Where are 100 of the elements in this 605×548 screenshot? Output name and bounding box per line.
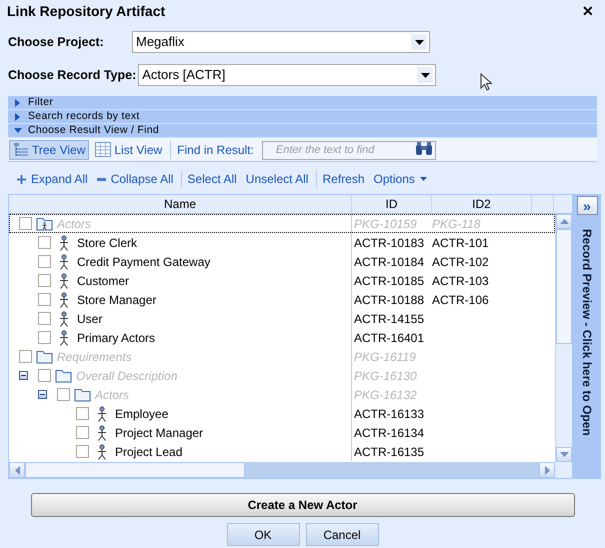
actor-icon	[97, 444, 107, 460]
toolbar-link[interactable]: Select All	[184, 170, 240, 188]
toolbar-link[interactable]: Unselect All	[242, 170, 312, 188]
id-cell: ACTR-16133	[354, 406, 424, 420]
checkbox[interactable]	[76, 407, 89, 420]
id-cell: ACTR-10188	[354, 292, 424, 306]
scroll-down-icon	[560, 452, 568, 457]
dialog-button[interactable]: Cancel	[306, 523, 378, 546]
id-cell: ACTR-14155	[354, 312, 424, 326]
checkbox[interactable]	[76, 426, 89, 439]
create-button[interactable]: Create a New Actor	[30, 493, 574, 517]
section-header[interactable]: Filter	[8, 96, 597, 110]
folder-icon	[74, 387, 91, 402]
actor-icon	[59, 234, 69, 250]
id-cell: ACTR-16134	[354, 426, 424, 440]
id-cell: PKG-16130	[354, 368, 417, 382]
column-header[interactable]: ID2	[432, 195, 532, 213]
actor-icon	[97, 406, 107, 422]
id-cell: ACTR-16401	[354, 330, 424, 344]
tree-row[interactable]: User ACTR-14155	[9, 309, 555, 328]
actor-icon	[59, 310, 69, 326]
horizontal-scrollbar[interactable]	[9, 462, 572, 478]
tree-icon	[13, 142, 29, 158]
dropdown[interactable]: Actors [ACTR]	[138, 64, 436, 86]
actor-icon	[59, 330, 69, 346]
tree-row[interactable]: Store Manager ACTR-10188 ACTR-106	[9, 290, 555, 309]
id-cell: ACTR-103	[432, 274, 489, 288]
tree-row[interactable]: Customer ACTR-10185 ACTR-103	[9, 271, 555, 290]
dropdown[interactable]: Megaflix	[132, 31, 430, 53]
row-name: Credit Payment Gateway	[77, 254, 210, 270]
tree-row[interactable]: Project Manager ACTR-16134	[9, 423, 555, 442]
id-cell: PKG-16132	[354, 388, 417, 402]
row-name: Employee	[115, 406, 168, 422]
actor-icon	[59, 254, 69, 270]
row-name: Store Manager	[77, 292, 156, 308]
id-cell: ACTR-101	[432, 236, 489, 250]
binoculars-icon	[414, 142, 433, 156]
id-cell: ACTR-102	[432, 254, 489, 268]
collapse-arrow-icon	[14, 126, 22, 134]
preview-label[interactable]: Record Preview - Click here to Open	[578, 229, 596, 436]
id-cell: ACTR-10185	[354, 274, 424, 288]
search-field[interactable]: Enter the text to find	[262, 140, 436, 160]
scroll-up-icon	[560, 219, 568, 224]
tree-row[interactable]: Employee ACTR-16133	[9, 404, 555, 423]
tree-row[interactable]: Project Lead ACTR-16135	[9, 442, 555, 461]
id-cell: PKG-16119	[354, 350, 416, 364]
field-label: Choose Record Type:	[8, 66, 138, 84]
caret-icon	[420, 177, 427, 181]
tree-row[interactable]: Primary Actors ACTR-16401	[9, 328, 555, 347]
checkbox[interactable]	[19, 350, 32, 363]
checkbox[interactable]	[38, 312, 51, 325]
collapse-toggle[interactable]	[19, 371, 28, 380]
expand-preview-button[interactable]: »	[576, 196, 598, 215]
row-name: Customer	[77, 272, 130, 290]
toolbar-link[interactable]: Expand All	[14, 170, 91, 188]
vertical-scrollbar[interactable]	[555, 214, 572, 462]
grid-icon	[95, 142, 112, 157]
dialog-button[interactable]: OK	[226, 523, 300, 546]
checkbox[interactable]	[19, 217, 32, 230]
row-name: Requirements	[57, 348, 132, 366]
scroll-right-icon	[544, 466, 550, 474]
checkbox[interactable]	[38, 369, 51, 382]
column-header[interactable]: Name	[9, 195, 352, 213]
id-cell: ACTR-10184	[354, 254, 424, 268]
checkbox[interactable]	[38, 255, 51, 268]
row-name: Overall Description	[76, 368, 178, 384]
actor-icon	[59, 292, 69, 308]
checkbox[interactable]	[57, 388, 70, 401]
find-label: Find in Result:	[170, 140, 254, 158]
section-header[interactable]: Choose Result View / Find	[8, 124, 597, 138]
collapse-toggle[interactable]	[38, 390, 47, 399]
plus-icon	[17, 174, 26, 184]
caret-icon	[420, 72, 430, 78]
checkbox[interactable]	[38, 331, 51, 344]
checkbox[interactable]	[76, 445, 89, 458]
window-title: Link Repository Artifact	[7, 2, 166, 21]
toolbar-link[interactable]: Options	[370, 170, 430, 188]
toolbar-link[interactable]: Collapse All	[94, 170, 176, 188]
tree-row[interactable]: Store Clerk ACTR-10183 ACTR-101	[9, 233, 555, 252]
row-name: Store Clerk	[77, 234, 138, 252]
scrollbar-corner	[555, 462, 572, 478]
actor-folder-icon	[36, 216, 53, 231]
caret-icon	[414, 40, 424, 44]
id-cell: ACTR-16135	[354, 444, 424, 458]
scroll-left-icon	[14, 466, 20, 474]
checkbox[interactable]	[38, 274, 51, 287]
column-header[interactable]: ID	[352, 195, 432, 213]
view-tab[interactable]: Tree View	[9, 140, 90, 160]
view-tab[interactable]: List View	[91, 140, 166, 160]
section-header[interactable]: Search records by text	[8, 110, 597, 124]
mouse-cursor-icon	[480, 73, 492, 91]
checkbox[interactable]	[38, 236, 51, 249]
row-name: Actors	[95, 386, 130, 404]
folder-icon	[55, 368, 72, 383]
row-name: Project Manager	[115, 424, 204, 442]
checkbox[interactable]	[38, 293, 51, 306]
tree-row[interactable]: Credit Payment Gateway ACTR-10184 ACTR-102	[9, 252, 555, 271]
id-cell: PKG-118	[432, 216, 480, 230]
close-button[interactable]: ✕	[578, 4, 598, 18]
toolbar-link[interactable]: Refresh	[319, 170, 368, 188]
